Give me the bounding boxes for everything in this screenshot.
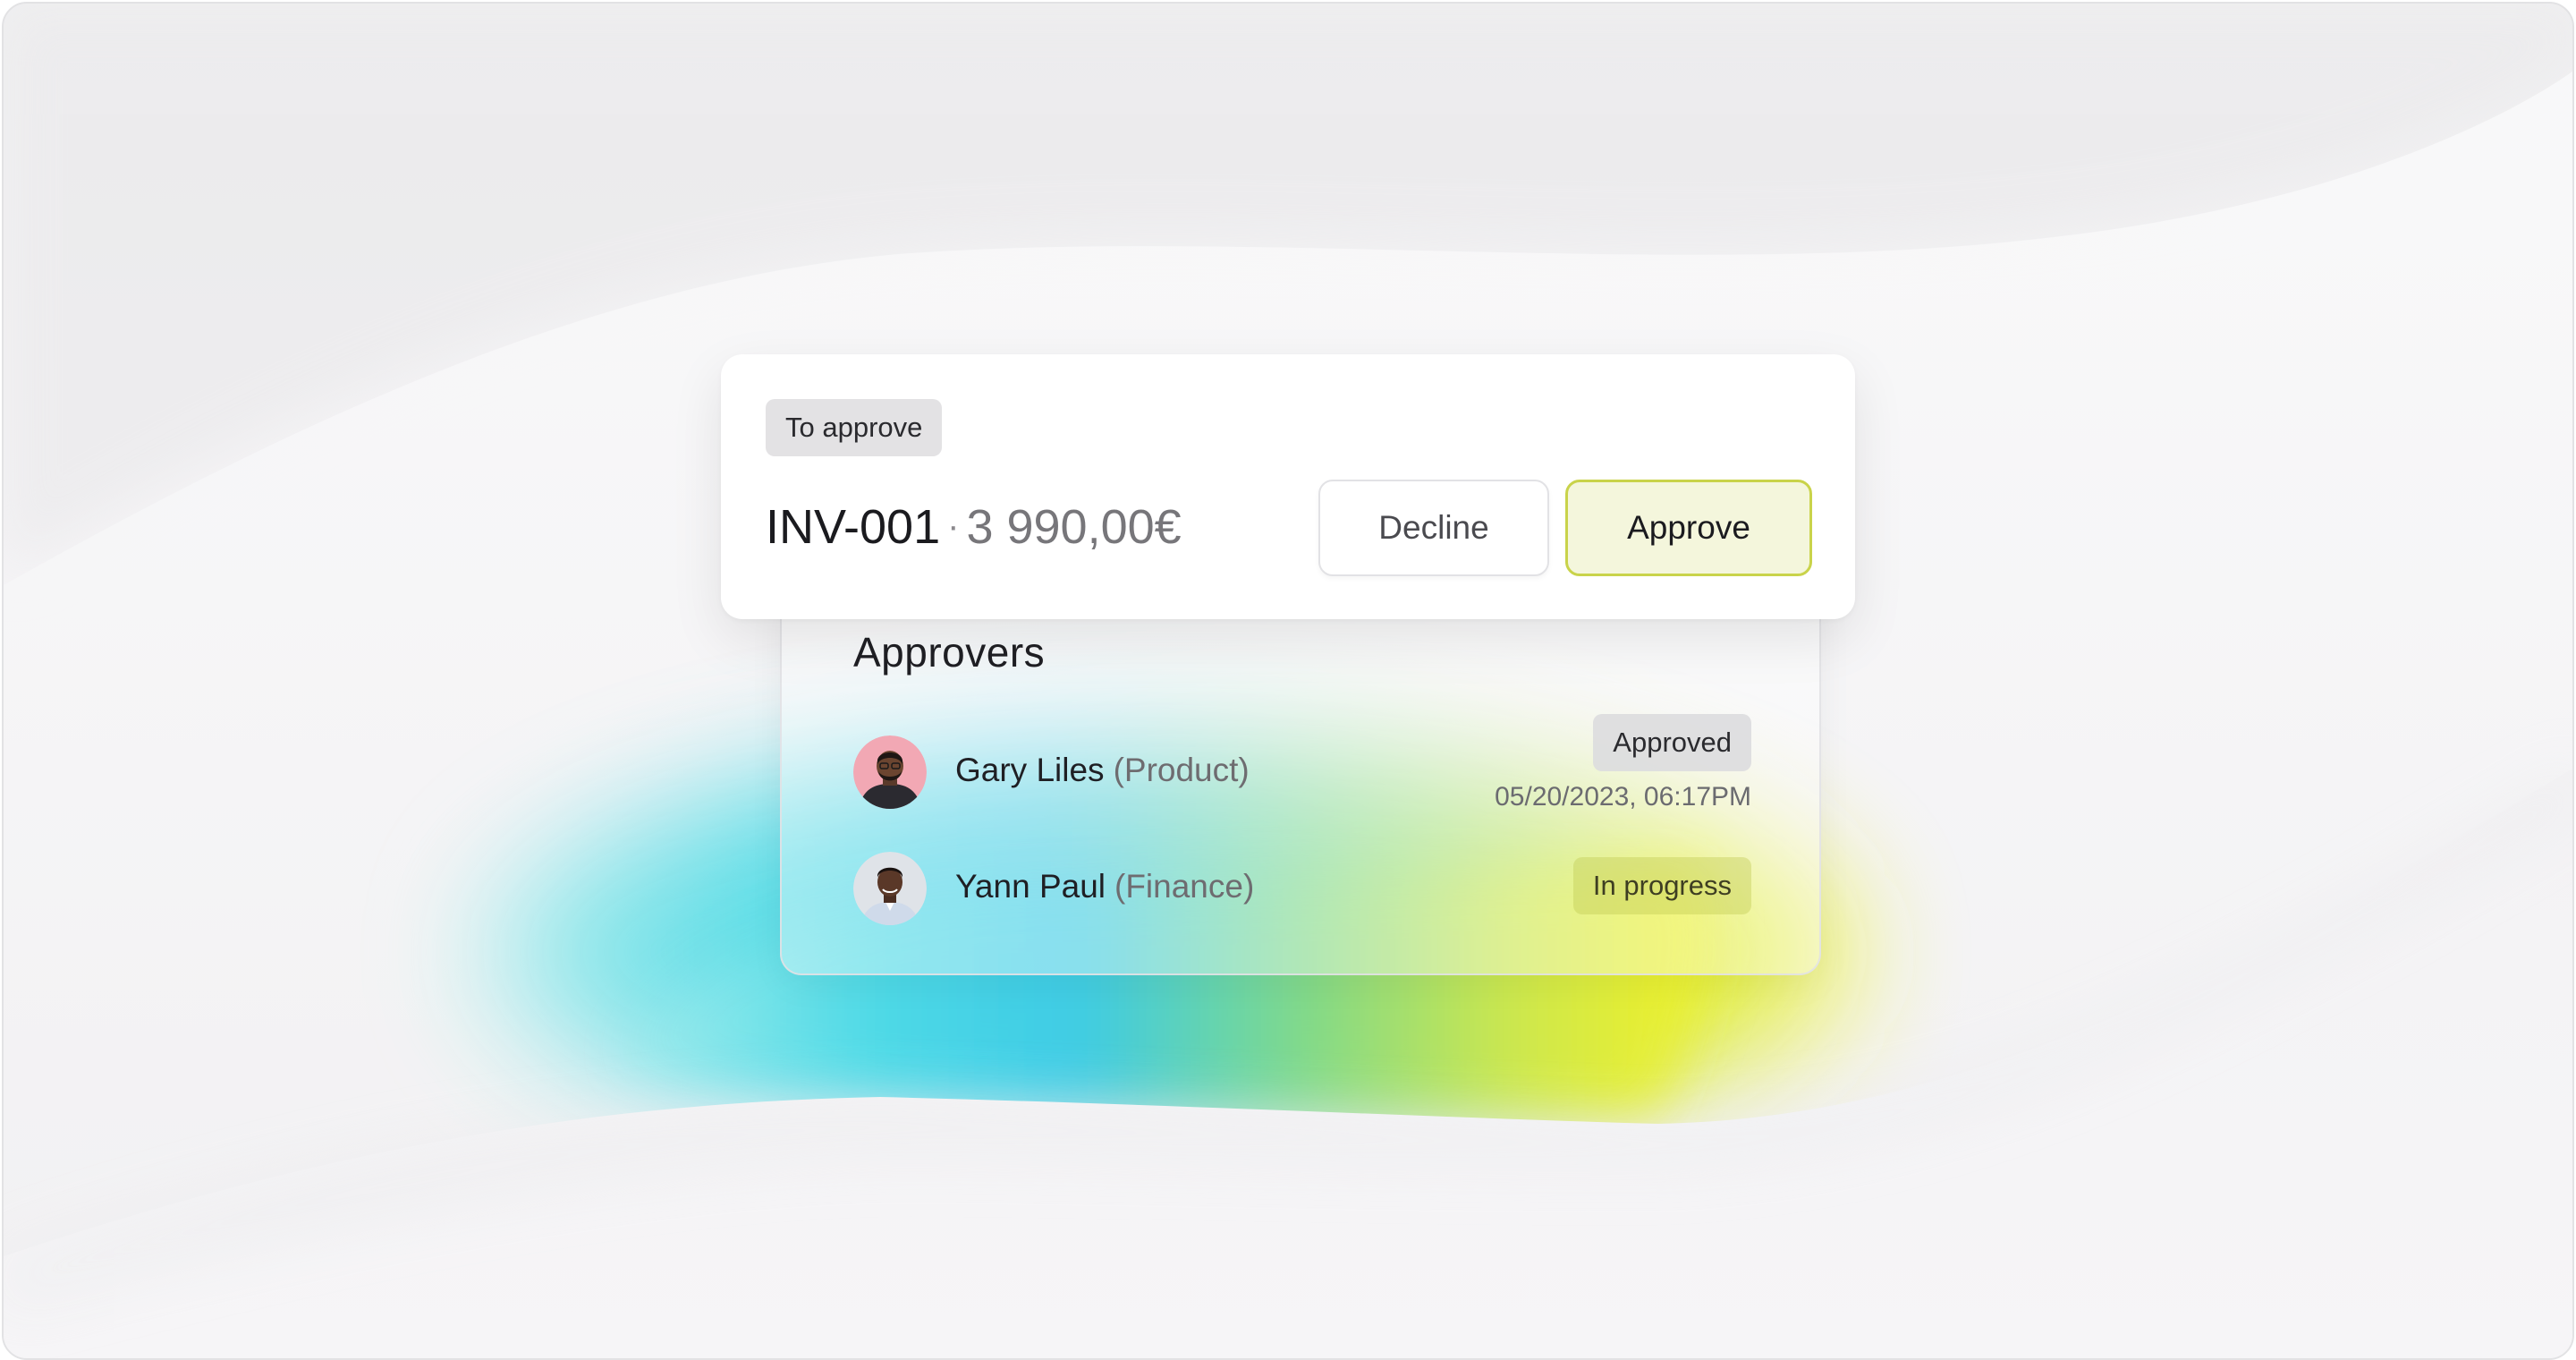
approver-name-gary: Gary Liles (Product) [955, 752, 1250, 789]
decline-button[interactable]: Decline [1318, 480, 1549, 576]
approver-full-name: Gary Liles [955, 752, 1105, 788]
avatar-gary-liles [853, 735, 927, 809]
status-badge-in-progress: In progress [1572, 857, 1751, 914]
approve-button[interactable]: Approve [1565, 480, 1812, 576]
invoice-id: INV-001 [766, 500, 941, 554]
invoice-summary: INV-001 · 3 990,00€ [766, 499, 1182, 555]
invoice-card: To approve INV-001 · 3 990,00€ Decline App… [721, 354, 1855, 619]
to-approve-badge: To approve [766, 399, 943, 456]
invoice-separator: · [947, 506, 960, 546]
approver-row-gary: Gary Liles (Product) Approved 05/20/2023,… [853, 714, 1751, 812]
approver-department: (Product) [1113, 752, 1250, 788]
approval-timestamp: 05/20/2023, 06:17PM [1495, 782, 1751, 812]
invoice-amount: 3 990,00€ [966, 500, 1182, 554]
approver-full-name: Yann Paul [955, 868, 1106, 905]
approver-name-yann: Yann Paul (Finance) [955, 868, 1254, 905]
status-badge-approved: Approved [1593, 714, 1751, 771]
approver-department: (Finance) [1114, 868, 1255, 905]
approvers-title: Approvers [853, 629, 1046, 676]
approver-row-yann: Yann Paul (Finance) In progress [853, 852, 1751, 927]
approvers-card: Approvers Gary Liles (Product) Approved 0… [780, 585, 1821, 975]
avatar-yann-paul [853, 852, 927, 925]
app-frame: Approvers Gary Liles (Product) Approved 0… [2, 2, 2574, 1360]
